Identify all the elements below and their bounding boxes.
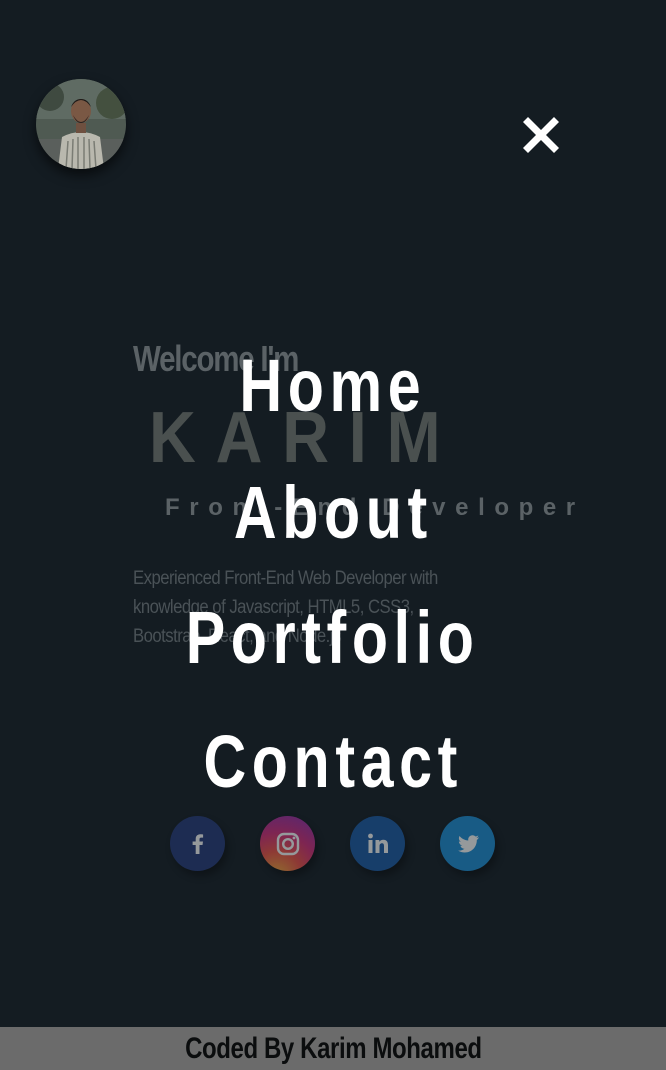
nav-link-about[interactable]: About [0, 473, 666, 553]
nav-link-label: Home [239, 344, 427, 427]
nav-link-portfolio[interactable]: Portfolio [0, 598, 666, 678]
nav-link-label: Contact [203, 720, 463, 803]
close-icon [523, 117, 559, 153]
close-menu-button[interactable] [518, 113, 564, 157]
nav-link-home[interactable]: Home [0, 346, 666, 426]
nav-link-contact[interactable]: Contact [0, 722, 666, 802]
menu-overlay: Home About Portfolio Contact [0, 0, 666, 1070]
nav-link-label: About [233, 471, 433, 554]
nav-link-label: Portfolio [186, 596, 480, 679]
